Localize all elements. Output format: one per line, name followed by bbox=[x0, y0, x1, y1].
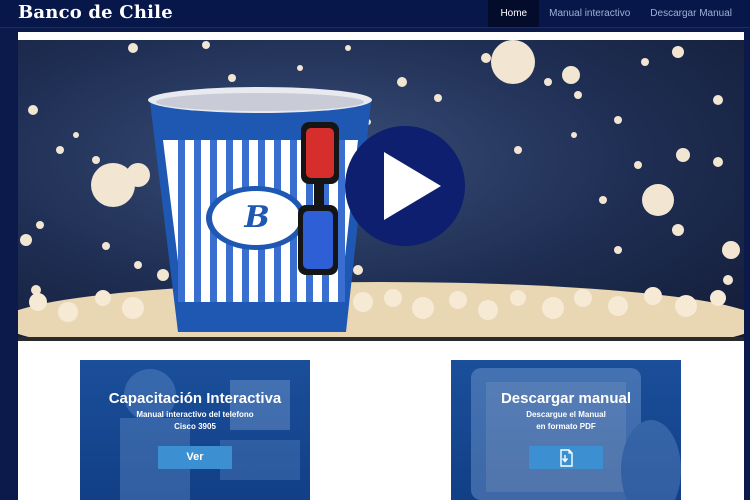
nav-item-home[interactable]: Home bbox=[488, 0, 540, 27]
play-button[interactable] bbox=[345, 126, 465, 246]
card-title: Capacitación Interactiva bbox=[108, 390, 282, 407]
card-subtitle-line2: en formato PDF bbox=[536, 422, 596, 431]
card-subtitle-line1: Manual interactivo del telefono bbox=[136, 410, 254, 419]
brand-logo[interactable]: Banco de Chile bbox=[18, 2, 173, 23]
hero-illustration bbox=[18, 40, 744, 337]
card-subtitle-line1: Descargue el Manual bbox=[526, 410, 606, 419]
nav-item-manual-interactivo[interactable]: Manual interactivo bbox=[539, 0, 640, 27]
card-title: Descargar manual bbox=[500, 390, 632, 407]
card-capacitacion-interactiva: Capacitación Interactiva Manual interact… bbox=[80, 360, 310, 500]
download-document-icon bbox=[560, 449, 573, 467]
download-button[interactable] bbox=[529, 446, 603, 469]
card-subtitle-line2: Cisco 3905 bbox=[174, 422, 216, 431]
card-descargar-manual: Descargar manual Descargue el Manual en … bbox=[451, 360, 681, 500]
page-content: B Capacitación Interactiva Manual intera… bbox=[18, 32, 744, 500]
nav-menu: Home Manual interactivo Descargar Manual bbox=[488, 0, 742, 27]
top-navbar: Banco de Chile Home Manual interactivo D… bbox=[0, 0, 750, 28]
nav-item-descargar-manual[interactable]: Descargar Manual bbox=[640, 0, 742, 27]
cup-logo-letter: B bbox=[244, 200, 270, 235]
ver-button[interactable]: Ver bbox=[158, 446, 232, 469]
hero-video-banner[interactable]: B bbox=[18, 40, 744, 341]
